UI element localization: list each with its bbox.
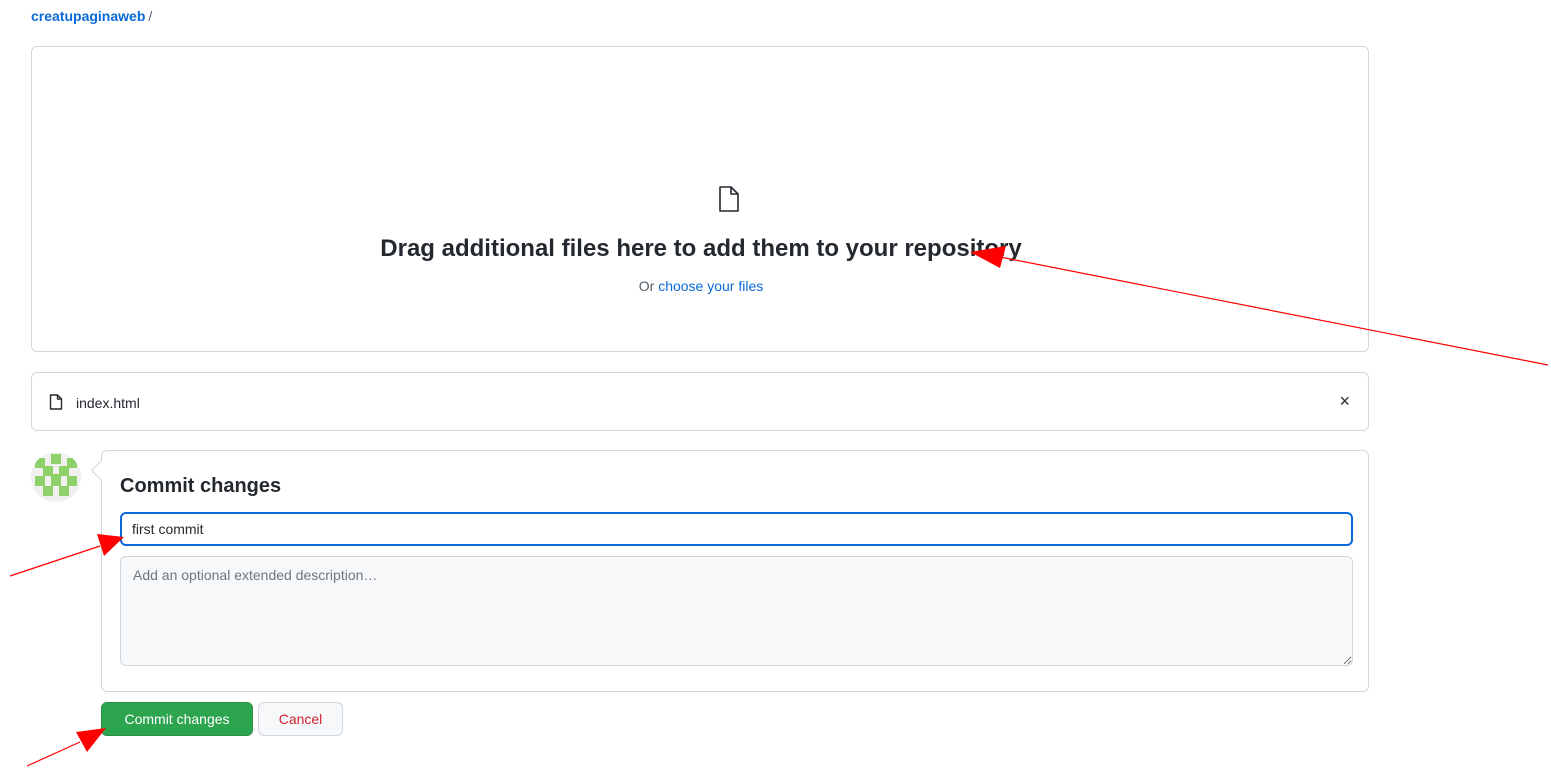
file-icon <box>718 185 740 218</box>
breadcrumb-separator: / <box>148 8 153 24</box>
repo-link[interactable]: creatupaginaweb <box>31 8 145 24</box>
annotation-arrow-commit <box>26 728 106 767</box>
dropzone-subtitle: Or choose your files <box>32 278 1370 294</box>
remove-file-button[interactable]: × <box>1339 390 1350 412</box>
choose-files-link[interactable]: choose your files <box>658 278 763 294</box>
commit-message-input[interactable] <box>120 512 1353 546</box>
file-list: index.html × <box>31 372 1369 431</box>
file-icon <box>49 394 63 415</box>
commit-form: Commit changes <box>101 450 1369 692</box>
commit-changes-button[interactable]: Commit changes <box>101 702 253 736</box>
dropzone-sub-prefix: Or <box>638 278 655 294</box>
cancel-button[interactable]: Cancel <box>258 702 343 736</box>
avatar <box>31 452 81 502</box>
commit-title: Commit changes <box>120 475 282 497</box>
commit-description-textarea[interactable] <box>120 556 1353 666</box>
file-dropzone[interactable]: Drag additional files here to add them t… <box>31 46 1369 352</box>
breadcrumb: creatupaginaweb / <box>31 8 152 24</box>
file-name: index.html <box>76 395 140 411</box>
dropzone-title: Drag additional files here to add them t… <box>380 235 1022 262</box>
